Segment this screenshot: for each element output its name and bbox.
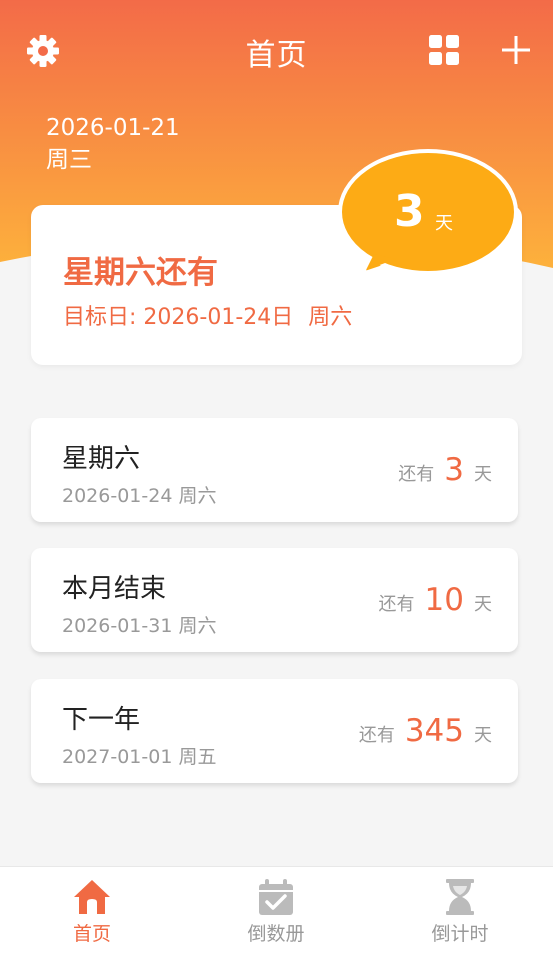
target-weekday: 周六 <box>308 305 353 330</box>
home-icon <box>74 880 110 914</box>
tab-countdown-book[interactable]: 倒数册 <box>184 867 368 953</box>
event-row[interactable]: 下一年 2027-01-01 周五 还有 345 天 <box>31 679 518 783</box>
event-name: 星期六 <box>62 444 141 474</box>
event-countdown: 还有 345 天 <box>359 713 492 749</box>
today-date: 2026-01-21 周三 <box>46 112 180 176</box>
tab-timer-label: 倒计时 <box>431 923 489 945</box>
calendar-check-icon <box>259 879 293 915</box>
today-weekday: 周三 <box>46 147 92 173</box>
target-date-value: 2026-01-24日 <box>143 305 294 330</box>
tab-countdown-book-label: 倒数册 <box>247 923 305 945</box>
grid-icon <box>429 35 459 65</box>
countdown-prefix: 还有 <box>398 464 435 485</box>
countdown-unit: 天 <box>474 594 492 615</box>
event-row[interactable]: 星期六 2026-01-24 周六 还有 3 天 <box>31 418 518 522</box>
plus-icon <box>502 36 530 64</box>
tab-timer[interactable]: 倒计时 <box>368 867 552 953</box>
featured-event-title: 星期六还有 <box>63 255 218 291</box>
event-date-value: 2026-01-24 <box>62 485 173 507</box>
countdown-days: 10 <box>424 582 464 618</box>
countdown-unit: 天 <box>474 464 492 485</box>
event-date-value: 2027-01-01 <box>62 746 173 768</box>
featured-days-unit: 天 <box>435 213 453 234</box>
event-countdown: 还有 3 天 <box>398 452 492 488</box>
event-date: 2027-01-01 周五 <box>62 742 216 769</box>
speech-bubble-icon <box>338 149 518 276</box>
countdown-prefix: 还有 <box>378 594 415 615</box>
event-date-value: 2026-01-31 <box>62 615 173 637</box>
event-date: 2026-01-24 周六 <box>62 481 216 508</box>
event-name: 下一年 <box>62 705 141 735</box>
top-bar: 首页 <box>0 0 553 100</box>
event-weekday: 周六 <box>178 485 217 507</box>
countdown-prefix: 还有 <box>358 725 395 746</box>
page-title: 首页 <box>245 38 308 73</box>
event-name: 本月结束 <box>62 574 167 604</box>
hourglass-icon <box>446 879 474 915</box>
tab-home[interactable]: 首页 <box>0 867 184 953</box>
today-date-value: 2026-01-21 <box>46 115 180 141</box>
event-countdown: 还有 10 天 <box>379 582 492 618</box>
bottom-tab-bar: 首页 倒数册 倒计时 <box>0 866 553 953</box>
countdown-days: 345 <box>404 713 464 749</box>
target-label: 目标日: <box>63 305 137 330</box>
featured-target-date: 目标日: 2026-01-24日 周六 <box>63 299 352 331</box>
event-weekday: 周五 <box>178 746 217 768</box>
event-weekday: 周六 <box>178 615 217 637</box>
grid-view-button[interactable] <box>428 34 460 66</box>
tab-home-label: 首页 <box>72 923 111 945</box>
countdown-unit: 天 <box>474 725 492 746</box>
countdown-days: 3 <box>444 452 464 488</box>
add-event-button[interactable] <box>498 32 534 68</box>
featured-days-count: 3 <box>394 186 425 237</box>
days-remaining-bubble: 3 天 <box>334 146 520 278</box>
event-row[interactable]: 本月结束 2026-01-31 周六 还有 10 天 <box>31 548 518 652</box>
event-date: 2026-01-31 周六 <box>62 611 216 638</box>
